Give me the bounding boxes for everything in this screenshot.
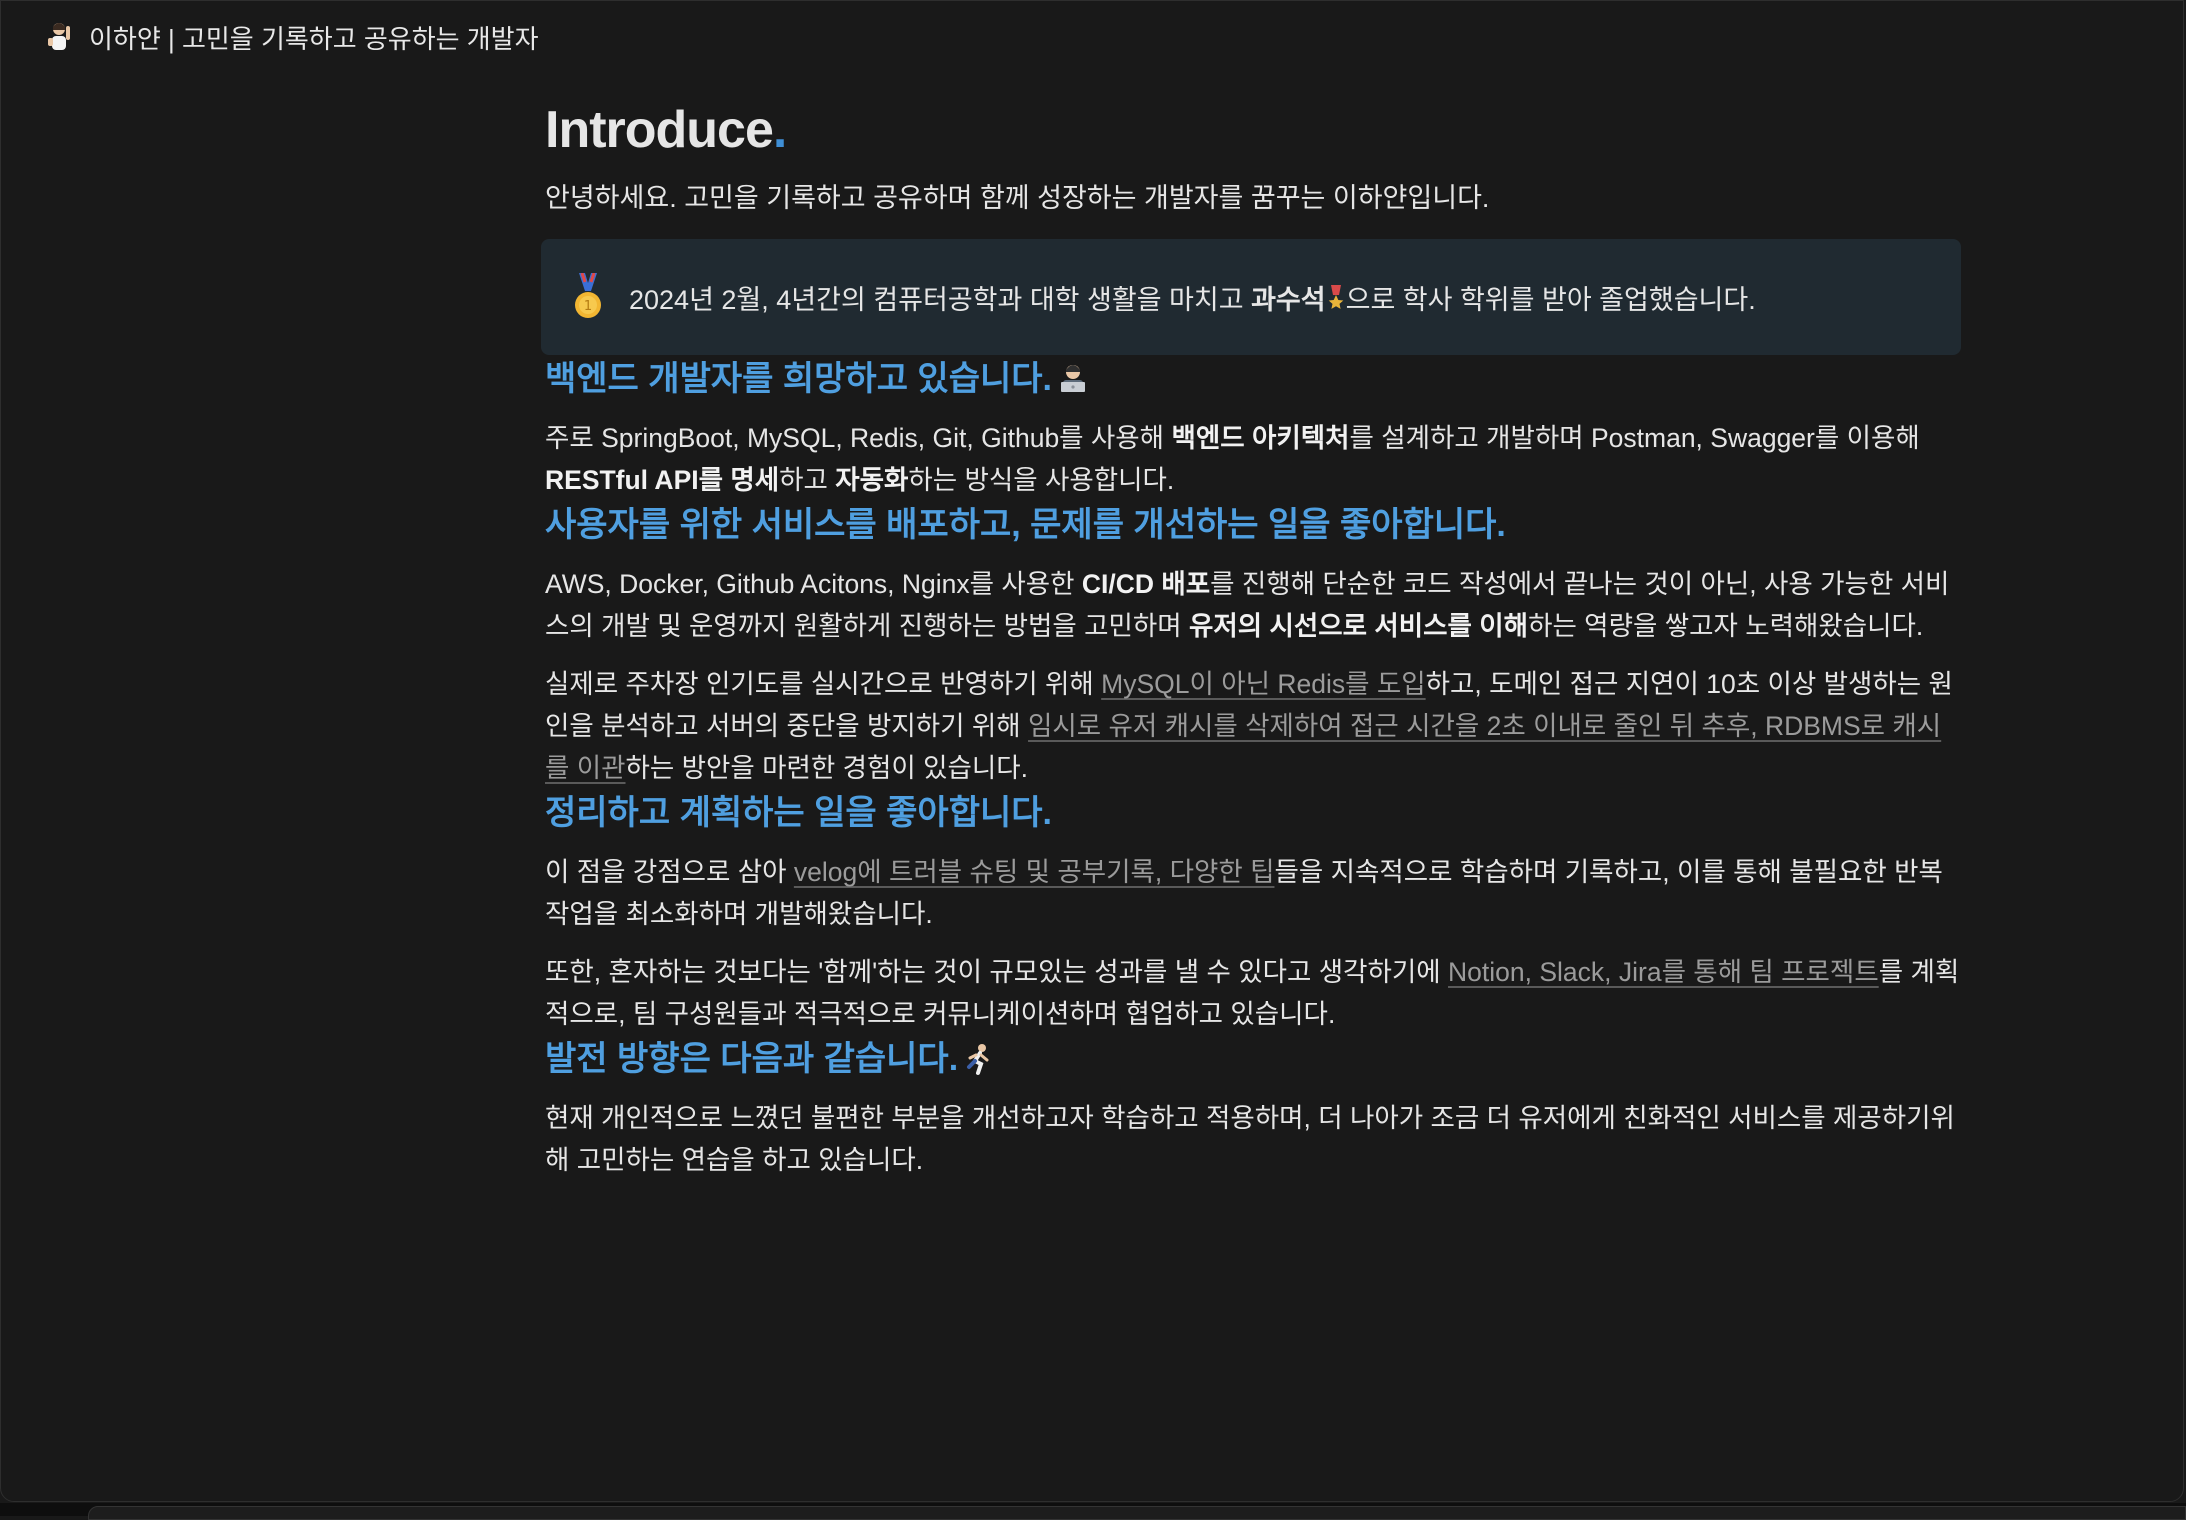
backend-paragraph-text-1: 주로 SpringBoot, MySQL, Redis, Git, Github… (545, 423, 1172, 453)
section-heading-service: 사용자를 위한 서비스를 배포하고, 문제를 개선하는 일을 좋아합니다. (545, 506, 1506, 544)
callout-text-post: 으로 학사 학위를 받아 졸업했습니다. (1345, 284, 1756, 315)
person-raising-hand-icon (43, 20, 77, 54)
site-title[interactable]: 이하얀 | 고민을 기록하고 공유하는 개발자 (89, 19, 539, 56)
organize-paragraph-1-text-1: 이 점을 강점으로 삼아 (545, 857, 794, 887)
site-header: 이하얀 | 고민을 기록하고 공유하는 개발자 (43, 17, 539, 57)
service-paragraph-2-text-3: 하는 방안을 마련한 경험이 있습니다. (625, 753, 1029, 783)
section-heading-growth: 발전 방향은 다음과 같습니다. (545, 1035, 1961, 1083)
backend-paragraph-text-2: 를 설계하고 개발하며 Postman, Swagger를 이용해 (1349, 423, 1920, 453)
backend-paragraph-bold-2: RESTful API를 명세 (545, 465, 780, 495)
backend-paragraph-text-3: 하고 (779, 465, 836, 495)
growth-paragraph: 현재 개인적으로 느꼈던 불편한 부분을 개선하고자 학습하고 적용하며, 더 … (545, 1103, 1955, 1175)
callout-text-pre: 2024년 2월, 4년간의 컴퓨터공학과 대학 생활을 마치고 (629, 284, 1252, 315)
first-place-medal-icon: 1 (571, 272, 605, 321)
military-medal-icon (1328, 284, 1344, 313)
svg-text:1: 1 (584, 299, 592, 314)
graduation-callout: 1 2024년 2월, 4년간의 컴퓨터공학과 대학 생활을 마치고 과수석 으로… (541, 239, 1961, 355)
organize-paragraph-2-text-1: 또한, 혼자하는 것보다는 '함께'하는 것이 규모있는 성과를 낼 수 있다고… (545, 957, 1449, 987)
next-window-edge (88, 1506, 2186, 1520)
technologist-icon (1056, 361, 1090, 395)
service-paragraph-1-bold-1: CI/CD 배포 (1081, 569, 1211, 599)
intro-text: 안녕하세요. 고민을 기록하고 공유하며 함께 성장하는 개발자를 꿈꾸는 이하… (545, 183, 1490, 213)
title-dot: . (772, 101, 787, 159)
callout-text-bold: 과수석 (1251, 284, 1326, 315)
page-title-text: Introduce (545, 101, 774, 159)
backend-paragraph-bold-1: 백엔드 아키텍처 (1171, 423, 1350, 453)
organize-paragraph-1: 이 점을 강점으로 삼아 velog에 트러블 슈팅 및 공부기록, 다양한 팁… (545, 851, 1961, 935)
main-content: Introduce. 안녕하세요. 고민을 기록하고 공유하며 함께 성장하는 … (541, 97, 1961, 1181)
service-paragraph-1-text-3: 하는 역량을 쌓고자 노력해왔습니다. (1528, 611, 1924, 641)
organize-paragraph-2: 또한, 혼자하는 것보다는 '함께'하는 것이 규모있는 성과를 낼 수 있다고… (545, 951, 1961, 1035)
service-paragraph-2-text-1: 실제로 주차장 인기도를 실시간으로 반영하기 위해 (545, 669, 1102, 699)
section-heading-growth-text: 발전 방향은 다음과 같습니다. (545, 1040, 959, 1078)
page-title: Introduce. (545, 97, 1961, 163)
backend-paragraph-bold-3: 자동화 (835, 465, 909, 495)
bottom-window-edge (0, 1503, 2186, 1520)
service-paragraph-1-text-1: AWS, Docker, Github Acitons, Nginx를 사용한 (545, 569, 1082, 599)
service-paragraph-2: 실제로 주차장 인기도를 실시간으로 반영하기 위해 MySQL이 아닌 Red… (545, 663, 1961, 789)
runner-icon (962, 1041, 996, 1075)
section-heading-backend-text: 백엔드 개발자를 희망하고 있습니다. (545, 360, 1052, 398)
section-heading-backend: 백엔드 개발자를 희망하고 있습니다. (545, 355, 1961, 403)
redis-post-link[interactable]: MySQL이 아닌 Redis를 도입 (1101, 669, 1425, 699)
velog-link[interactable]: velog에 트러블 슈팅 및 공부기록, 다양한 팁 (794, 857, 1275, 887)
backend-paragraph: 주로 SpringBoot, MySQL, Redis, Git, Github… (545, 417, 1961, 501)
service-paragraph-1-bold-2: 유저의 시선으로 서비스를 이해 (1189, 611, 1529, 641)
service-paragraph-1: AWS, Docker, Github Acitons, Nginx를 사용한 … (545, 563, 1961, 647)
team-project-link[interactable]: Notion, Slack, Jira를 통해 팀 프로젝트 (1448, 957, 1879, 987)
browser-frame: 이하얀 | 고민을 기록하고 공유하는 개발자 Introduce. 안녕하세요… (0, 0, 2184, 1502)
section-heading-organize: 정리하고 계획하는 일을 좋아합니다. (545, 794, 1052, 832)
callout-text: 2024년 2월, 4년간의 컴퓨터공학과 대학 생활을 마치고 과수석 으로 학… (629, 278, 1756, 317)
backend-paragraph-text-4: 하는 방식을 사용합니다. (908, 465, 1175, 495)
